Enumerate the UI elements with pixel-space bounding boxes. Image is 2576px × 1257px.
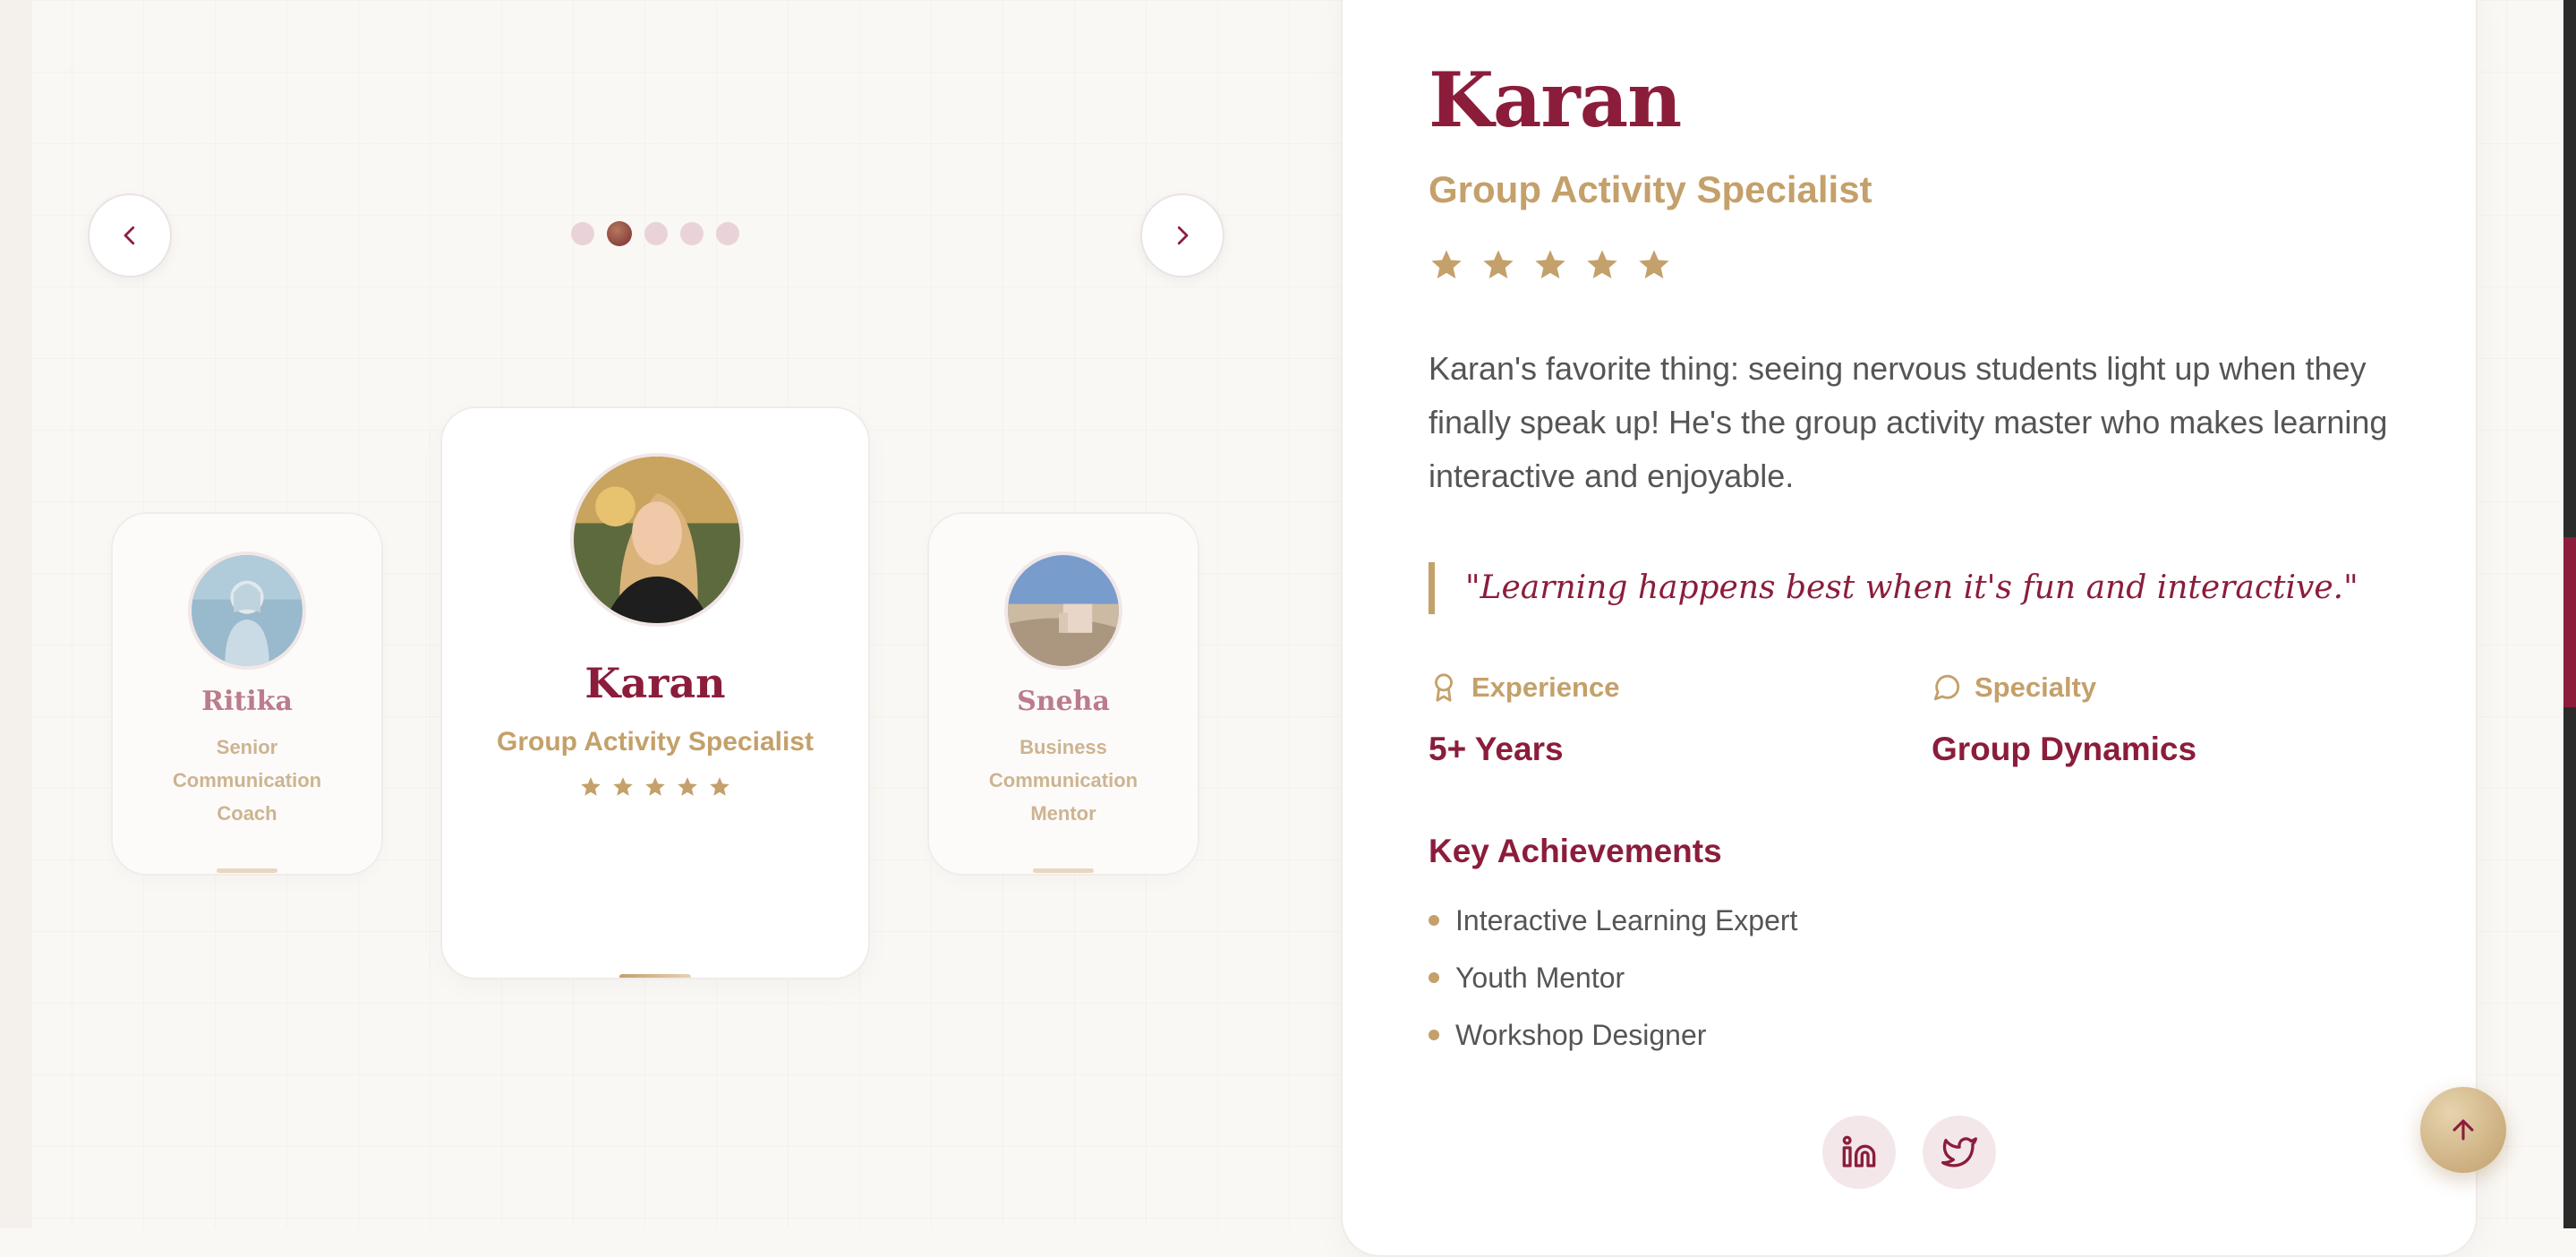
stat-value: Group Dynamics bbox=[1932, 731, 2197, 767]
detail-name: Karan bbox=[1429, 56, 1682, 144]
carousel-dot[interactable] bbox=[716, 222, 739, 245]
stat-label: Specialty bbox=[1975, 671, 2097, 703]
bullet-icon bbox=[1429, 1030, 1439, 1040]
linkedin-button[interactable] bbox=[1822, 1116, 1896, 1189]
linkedin-icon bbox=[1842, 1135, 1876, 1167]
achievement-item: Workshop Designer bbox=[1429, 1006, 1797, 1064]
detail-bio: Karan's favorite thing: seeing nervous s… bbox=[1429, 350, 2388, 494]
card-role: Business Communication Mentor bbox=[988, 736, 1139, 825]
twitter-button[interactable] bbox=[1923, 1116, 1996, 1189]
star-icon bbox=[710, 777, 729, 796]
scrollbar-thumb[interactable] bbox=[2563, 537, 2576, 707]
mentor-card-karan[interactable]: Karan Group Activity Specialist bbox=[440, 406, 870, 979]
page-scrollbar[interactable] bbox=[2563, 0, 2576, 1228]
card-accent-bar bbox=[217, 868, 277, 873]
achievements-list: Interactive Learning Expert Youth Mentor… bbox=[1429, 892, 1797, 1064]
left-gutter bbox=[0, 0, 32, 1228]
card-accent-bar bbox=[1033, 868, 1094, 873]
message-circle-icon bbox=[1933, 674, 1960, 701]
star-icon bbox=[1431, 250, 1462, 278]
card-name: Ritika bbox=[201, 686, 293, 717]
twitter-icon bbox=[1941, 1137, 1977, 1167]
detail-role: Group Activity Specialist bbox=[1429, 168, 1872, 210]
star-icon bbox=[581, 777, 601, 796]
star-icon bbox=[1535, 250, 1565, 278]
chevron-right-icon bbox=[1177, 226, 1189, 245]
card-role: Group Activity Specialist bbox=[497, 727, 814, 757]
carousel-dot[interactable] bbox=[680, 222, 704, 245]
scroll-to-top-button[interactable] bbox=[2420, 1087, 2506, 1173]
achievement-text: Interactive Learning Expert bbox=[1455, 903, 1798, 936]
star-icon bbox=[613, 777, 633, 796]
arrow-up-icon bbox=[2452, 1119, 2474, 1141]
card-star-rating bbox=[442, 775, 868, 799]
achievement-text: Youth Mentor bbox=[1455, 961, 1625, 994]
star-icon bbox=[1639, 250, 1669, 278]
star-icon bbox=[645, 777, 665, 796]
carousel-dot-active[interactable] bbox=[607, 221, 632, 246]
mentor-detail-panel: Karan Group Activity Specialist Karan's … bbox=[1341, 0, 2478, 1257]
detail-quote: "Learning happens best when it's fun and… bbox=[1429, 562, 2414, 614]
award-icon bbox=[1435, 673, 1453, 702]
stat-experience: Experience 5+ Years bbox=[1429, 671, 1876, 768]
stat-value: 5+ Years bbox=[1429, 731, 1564, 767]
achievement-text: Workshop Designer bbox=[1455, 1018, 1707, 1051]
star-icon bbox=[678, 777, 697, 796]
bullet-icon bbox=[1429, 915, 1439, 926]
mentor-card-sneha[interactable]: Sneha Business Communication Mentor bbox=[927, 512, 1199, 876]
achievement-item: Interactive Learning Expert bbox=[1429, 892, 1797, 949]
star-icon bbox=[1483, 250, 1514, 278]
prev-button[interactable] bbox=[88, 193, 172, 278]
card-role: Senior Communication Coach bbox=[172, 736, 322, 825]
next-button[interactable] bbox=[1140, 193, 1224, 278]
card-accent-bar bbox=[619, 974, 691, 978]
carousel-dot[interactable] bbox=[644, 222, 668, 245]
stat-label: Experience bbox=[1471, 671, 1620, 703]
achievement-item: Youth Mentor bbox=[1429, 949, 1797, 1006]
chevron-left-icon bbox=[124, 226, 135, 245]
card-name: Sneha bbox=[1017, 686, 1110, 717]
mentor-card-ritika[interactable]: Ritika Senior Communication Coach bbox=[111, 512, 383, 876]
carousel-pagination bbox=[571, 221, 739, 246]
bullet-icon bbox=[1429, 972, 1439, 983]
carousel-dot[interactable] bbox=[571, 222, 594, 245]
detail-star-rating bbox=[1429, 247, 1672, 283]
avatar-karan bbox=[570, 453, 744, 627]
stat-specialty: Specialty Group Dynamics bbox=[1932, 671, 2379, 768]
avatar-sneha bbox=[1004, 552, 1122, 670]
avatar-ritika bbox=[188, 552, 306, 670]
card-name: Karan bbox=[584, 659, 726, 707]
star-icon bbox=[1587, 250, 1617, 278]
achievements-title: Key Achievements bbox=[1429, 833, 1722, 869]
